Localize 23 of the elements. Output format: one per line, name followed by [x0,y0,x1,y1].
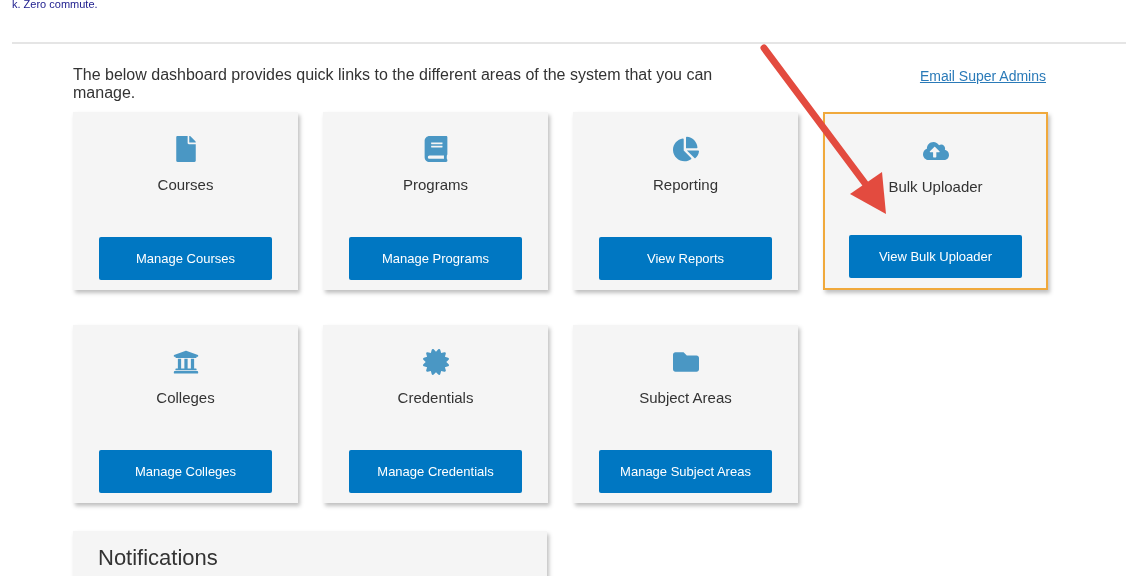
card-button[interactable]: Manage Programs [349,237,522,280]
card-button[interactable]: Manage Colleges [99,450,272,493]
folder-icon [672,349,699,375]
card-title: Colleges [156,388,215,408]
card-button[interactable]: Manage Courses [99,237,272,280]
card-title: Reporting [652,175,718,195]
notifications-title: Notifications [98,544,219,572]
card-button[interactable]: Manage Subject Areas [599,450,772,493]
columned-building-icon [172,349,199,375]
badge-icon [422,349,449,375]
card-title: Credentials [397,388,474,408]
email-link[interactable]: Email Super Admins [919,66,1046,87]
intro-text: The below dashboard provides quick links to the different areas of the system that you can manage. [73,66,714,102]
card-button[interactable]: View Reports [599,237,772,280]
book-icon [422,136,449,162]
card-title: Subject Areas [639,388,732,408]
card-title: Courses [157,175,214,195]
card-title: Programs [403,175,468,195]
pie-chart-icon [672,136,699,162]
card-button[interactable]: View Bulk Uploader [849,235,1022,278]
top-text: k. Zero commute. [12,0,98,12]
card-title: Bulk Uploader [888,177,983,197]
card-button[interactable]: Manage Credentials [349,450,522,493]
